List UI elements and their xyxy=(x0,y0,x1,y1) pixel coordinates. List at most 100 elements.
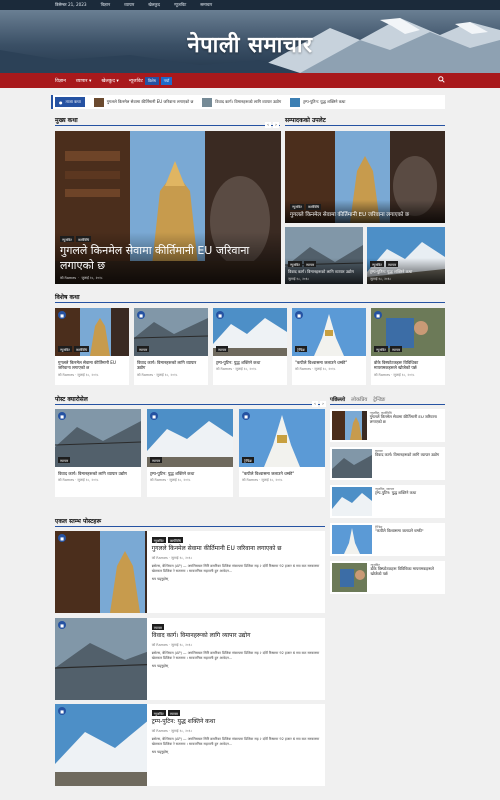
hero-author[interactable]: को Rames xyxy=(60,276,76,280)
sidebar-list-item[interactable]: न्यूजविट, व्यापार ट्रम्प-पुटिन: युद्ध शक्… xyxy=(330,485,445,518)
sidebar-list-item[interactable]: व्यापार विवाद कार्ग। विमानहरूको लागि व्या… xyxy=(330,447,445,480)
main-nav: विज्ञान व्यापार ▾ खेलकुद ▾ न्यूजविट विशे… xyxy=(0,73,500,88)
category-tag[interactable]: कार्यविधि xyxy=(75,236,92,243)
camera-icon: ■ xyxy=(137,311,145,319)
chevron-right-icon[interactable]: › xyxy=(273,122,279,128)
camera-icon: ■ xyxy=(58,621,66,629)
category-tag[interactable]: व्यापार xyxy=(303,261,317,267)
featured-card[interactable]: ■ न्यूजविट कार्यविधि गुगलले किनमेल सेवामा… xyxy=(55,308,129,385)
side-title[interactable]: ट्रम्प-पुटिन: युद्ध शक्तिने कथा xyxy=(375,490,416,496)
category-tag[interactable]: न्यूजविट xyxy=(374,346,388,352)
sidebar-list-item[interactable]: न्यूजविट, कार्यविधि गुगलले किनमेल सेवामा … xyxy=(330,409,445,442)
editor-big-overlay: न्यूजविट कार्यविधि गुगलले किनमेल सेवामा … xyxy=(285,199,445,223)
carousel-card[interactable]: ■ व्यापार ट्रम्प-पुटिन: युद्ध शक्तिने कथ… xyxy=(147,409,233,497)
category-tag[interactable]: कार्यविधि xyxy=(305,203,322,210)
category-tag[interactable]: व्यापार xyxy=(385,261,399,267)
nav-item-science[interactable]: विज्ञान xyxy=(55,78,66,84)
editor-big-story[interactable]: न्यूजविट कार्यविधि गुगलले किनमेल सेवामा … xyxy=(285,131,445,223)
chevron-right-icon[interactable]: › xyxy=(320,401,326,407)
list-post-excerpt: ब्रसेल्स, बेल्जियम (AP) — अमलिसबल सिरि क… xyxy=(151,737,320,747)
nav-item-newsbit[interactable]: न्यूजविट विशेष नयाँ xyxy=(129,76,173,85)
ticker-item[interactable]: विवाद कार्ग। विमानहरूको लागि व्यापार उद्… xyxy=(202,97,281,107)
category-tag[interactable]: ट्रेन्डिङ xyxy=(295,346,307,352)
category-tag[interactable]: व्यापार xyxy=(216,346,229,352)
featured-card[interactable]: ■ ट्रेन्डिङ "कपीले विश्वासमा जलाउने धम्क… xyxy=(292,308,366,385)
chevron-left-icon[interactable]: ‹ xyxy=(265,122,271,128)
chevron-left-icon[interactable]: ‹ xyxy=(312,401,318,407)
read-more-link[interactable]: थप पढ्नुहोस् xyxy=(152,577,321,582)
list-post-excerpt: ब्रसेल्स, बेल्जियम (AP) — अमलिसबल सिरि क… xyxy=(151,564,320,574)
category-tag[interactable]: व्यापार xyxy=(167,710,180,716)
tab-latest[interactable]: पछिल्लो xyxy=(330,395,345,403)
editor-small-story[interactable]: न्यूजविट व्यापार ट्रम्प-पुटिन: युद्ध शक्… xyxy=(367,227,445,284)
sidebar-list-item[interactable]: न्यूजविट डोके विस्फोटकहरू विविधिका मापराम… xyxy=(330,561,445,594)
top-link-news[interactable]: समाचार xyxy=(200,2,212,8)
categories: न्यूजविट व्यापार xyxy=(151,710,321,716)
card-title[interactable]: गुगलले किनमेल सेवामा कीर्तिमानी EU जरिवा… xyxy=(55,358,129,371)
carousel-card[interactable]: ■ ट्रेन्डिङ "कपीले विश्वासमा जलाउने धम्क… xyxy=(239,409,325,497)
categories: न्यूजविट कार्यविधि xyxy=(290,203,440,210)
sidebar-list-item[interactable]: ट्रेन्डिङ "कपीले विश्वासमा जलाउने धम्की" xyxy=(330,523,445,556)
top-link-newsbit[interactable]: न्यूजविट xyxy=(174,2,186,8)
featured-card[interactable]: ■ व्यापार ट्रम्प-पुटिन: युद्ध शक्तिने कथ… xyxy=(213,308,287,385)
ticker-item[interactable]: गुगलले किनमेल सेवामा कीर्तिमानी EU जरिवा… xyxy=(93,97,193,107)
hero-story[interactable]: न्यूजविट कार्यविधि गुगलले किनमेल सेवामा … xyxy=(55,131,281,284)
categories: व्यापार xyxy=(216,346,229,352)
category-tag[interactable]: न्यूजविट xyxy=(370,261,384,267)
list-post-title[interactable]: विवाद कार्ग। विमानहरूको लागि व्यापार उद्… xyxy=(152,632,321,639)
category-tag[interactable]: ट्रेन्डिङ xyxy=(242,457,254,463)
category-tag[interactable]: न्यूजविट xyxy=(288,261,302,267)
top-link-sports[interactable]: खेलकुद xyxy=(148,2,160,8)
section-divider xyxy=(55,125,280,126)
read-more-link[interactable]: थप पढ्नुहोस् xyxy=(152,750,321,755)
site-title[interactable]: नेपाली समाचार xyxy=(0,29,500,59)
category-tag[interactable]: व्यापार xyxy=(389,346,403,352)
category-tag[interactable]: व्यापार xyxy=(150,457,163,463)
category-tag[interactable]: व्यापार xyxy=(137,346,150,352)
nav-item-business[interactable]: व्यापार ▾ xyxy=(76,78,92,84)
carousel-card[interactable]: ■ व्यापार विवाद कार्ग। विमानहरूको लागि व… xyxy=(54,409,142,497)
hero-title[interactable]: गुगलले किनमेल सेवामा कीर्तिमानी EU जरिवा… xyxy=(60,244,276,273)
side-thumb xyxy=(332,449,372,478)
category-tag[interactable]: न्यूजविट xyxy=(151,537,166,543)
card-title[interactable]: विवाद कार्ग। विमानहरूको लागि व्यापार उद्… xyxy=(55,469,141,476)
category-tag[interactable]: न्यूजविट xyxy=(151,710,166,716)
card-title[interactable]: ट्रम्प-पुटिन: युद्ध शक्तिने कथा xyxy=(213,358,287,365)
list-post-title[interactable]: ट्रम्प-पुटिन: युद्ध शक्तिने कथा xyxy=(152,718,321,725)
nav-item-sports[interactable]: खेलकुद ▾ xyxy=(101,78,118,84)
top-link-science[interactable]: विज्ञान xyxy=(101,2,111,8)
editor-small-story[interactable]: न्यूजविट व्यापार विवाद कार्ग। विमानहरूको… xyxy=(285,227,363,284)
side-title[interactable]: "कपीले विश्वासमा जलाउने धम्की" xyxy=(375,528,424,534)
category-tag[interactable]: न्यूजविट xyxy=(60,236,74,243)
list-post[interactable]: ■ व्यापार विवाद कार्ग। विमानहरूको लागि व… xyxy=(55,618,325,700)
side-title[interactable]: विवाद कार्ग। विमानहरूको लागि व्यापार उद्… xyxy=(375,452,439,458)
card-title[interactable]: ट्रम्प-पुटिन: युद्ध शक्तिने कथा xyxy=(147,469,233,476)
list-post-title[interactable]: गुगलले किनमेल सेवामा कीर्तिमानी EU जरिवा… xyxy=(152,545,321,552)
editor-small-title[interactable]: ट्रम्प-पुटिन: युद्ध शक्तिने कथा xyxy=(370,269,442,274)
read-more-link[interactable]: थप पढ्नुहोस् xyxy=(152,664,321,669)
category-tag[interactable]: न्यूजविट xyxy=(58,346,72,352)
featured-card[interactable]: ■ व्यापार विवाद कार्ग। विमानहरूको लागि व… xyxy=(133,308,209,385)
card-title[interactable]: "कपीले विश्वासमा जलाउने धम्की" xyxy=(239,469,325,476)
list-post[interactable]: ■ न्यूजविट कार्यविधि गुगलले किनमेल सेवामा… xyxy=(55,531,325,613)
ticker-item[interactable]: ट्रम्प-पुटिन: युद्ध शक्तिने कथा xyxy=(290,97,345,107)
category-tag[interactable]: कार्यविधि xyxy=(167,537,183,543)
side-title[interactable]: गुगलले किनमेल सेवामा कीर्तिमानी EU जरिवा… xyxy=(370,414,443,425)
tab-trending[interactable]: ट्रेन्डिङ xyxy=(373,395,385,403)
tab-popular[interactable]: लोकप्रिय xyxy=(351,395,367,403)
card-title[interactable]: विवाद कार्ग। विमानहरूको लागि व्यापार उद्… xyxy=(134,358,208,371)
card-meta: को Rames · जुलाई १८, २०१८ xyxy=(242,478,283,483)
card-title[interactable]: डोके विस्फोटकहरू विविधिका मापरामकहरूले ख… xyxy=(371,358,445,371)
category-tag[interactable]: व्यापार xyxy=(151,624,164,630)
category-tag[interactable]: कार्यविधि xyxy=(73,346,90,352)
featured-card[interactable]: ■ न्यूजविट व्यापार डोके विस्फोटकहरू विविध… xyxy=(371,308,445,385)
category-tag[interactable]: न्यूजविट xyxy=(290,203,304,210)
top-link-business[interactable]: व्यापार xyxy=(124,2,134,8)
editor-small-title[interactable]: विवाद कार्ग। विमानहरूको लागि व्यापार उद्… xyxy=(288,269,360,274)
category-tag[interactable]: व्यापार xyxy=(58,457,71,463)
side-title[interactable]: डोके विस्फोटकहरू विविधिका मापरामकहरूले ख… xyxy=(370,566,443,577)
card-title[interactable]: "कपीले विश्वासमा जलाउने धम्की" xyxy=(292,358,366,365)
list-post[interactable]: ■ न्यूजविट व्यापार ट्रम्प-पुटिन: युद्ध शक… xyxy=(55,704,325,786)
editor-big-title[interactable]: गुगलले किनमेल सेवामा कीर्तिमानी EU जरिवा… xyxy=(290,212,440,219)
search-icon[interactable] xyxy=(438,76,445,85)
